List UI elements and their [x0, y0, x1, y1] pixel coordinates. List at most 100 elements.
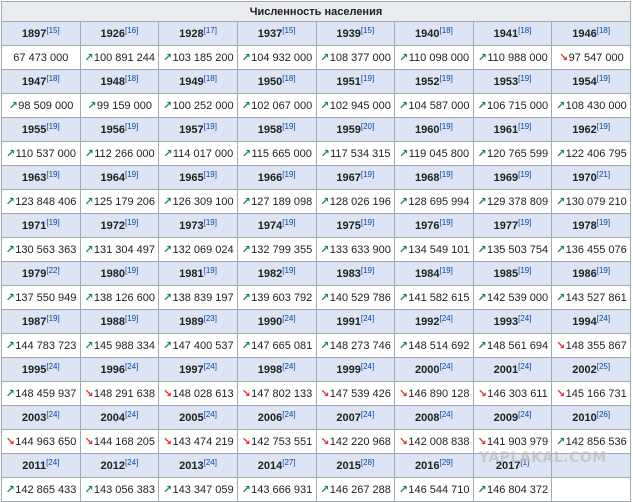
- reference-link[interactable]: [19]: [204, 122, 217, 131]
- reference-link[interactable]: [19]: [361, 266, 374, 275]
- reference-link[interactable]: [19]: [46, 314, 59, 323]
- reference-link[interactable]: [24]: [518, 362, 531, 371]
- reference-link[interactable]: [19]: [440, 266, 453, 275]
- reference-link[interactable]: [19]: [204, 170, 217, 179]
- trend-up-icon: ↗: [241, 243, 251, 256]
- reference-link[interactable]: [29]: [440, 458, 453, 467]
- reference-link[interactable]: [19]: [282, 122, 295, 131]
- reference-link[interactable]: [19]: [440, 218, 453, 227]
- reference-link[interactable]: [24]: [204, 362, 217, 371]
- reference-link[interactable]: [25]: [597, 362, 610, 371]
- reference-link[interactable]: [24]: [204, 458, 217, 467]
- reference-link[interactable]: [19]: [597, 218, 610, 227]
- reference-link[interactable]: [19]: [518, 170, 531, 179]
- reference-link[interactable]: [24]: [597, 314, 610, 323]
- year-label: 1946: [572, 27, 597, 40]
- reference-link[interactable]: [24]: [125, 410, 138, 419]
- reference-link[interactable]: [18]: [597, 26, 610, 35]
- reference-link[interactable]: [19]: [46, 122, 59, 131]
- reference-link[interactable]: [24]: [440, 410, 453, 419]
- reference-link[interactable]: [28]: [361, 458, 374, 467]
- population-value: 141 903 979: [486, 435, 549, 448]
- year-cell: 1980[19]: [79, 261, 160, 286]
- year-label: 1947: [21, 75, 47, 88]
- reference-link[interactable]: [18]: [518, 26, 531, 35]
- reference-link[interactable]: [16]: [125, 26, 138, 35]
- trend-up-icon: ↗: [162, 99, 173, 112]
- trend-up-icon: ↗: [398, 99, 408, 112]
- reference-link[interactable]: [24]: [361, 362, 374, 371]
- year-cell: 1998[24]: [236, 357, 317, 382]
- year-label: 1973: [179, 219, 204, 232]
- reference-link[interactable]: [26]: [597, 410, 610, 419]
- reference-link[interactable]: [24]: [518, 314, 531, 323]
- reference-link[interactable]: [15]: [361, 26, 374, 35]
- trend-down-icon: ↘: [241, 435, 251, 448]
- reference-link[interactable]: [19]: [125, 218, 138, 227]
- reference-link[interactable]: [19]: [518, 218, 531, 227]
- reference-link[interactable]: [19]: [282, 218, 295, 227]
- reference-link[interactable]: [19]: [440, 170, 453, 179]
- reference-link[interactable]: [19]: [282, 266, 295, 275]
- reference-link[interactable]: [24]: [440, 314, 453, 323]
- reference-link[interactable]: [24]: [125, 362, 138, 371]
- population-value: 134 549 101: [408, 243, 470, 256]
- year-label: 2014: [257, 459, 283, 472]
- year-label: 1964: [100, 171, 125, 184]
- reference-link[interactable]: [15]: [46, 26, 59, 35]
- reference-link[interactable]: [19]: [125, 170, 138, 179]
- population-cell: 67 473 000: [1, 45, 81, 70]
- reference-link[interactable]: [15]: [282, 26, 295, 35]
- reference-link[interactable]: [24]: [282, 314, 295, 323]
- reference-link[interactable]: [24]: [361, 314, 374, 323]
- reference-link[interactable]: [19]: [46, 170, 59, 179]
- reference-link[interactable]: [24]: [361, 410, 374, 419]
- reference-link[interactable]: [24]: [204, 410, 217, 419]
- reference-link[interactable]: [19]: [440, 122, 453, 131]
- reference-link[interactable]: [24]: [518, 410, 531, 419]
- reference-link[interactable]: [24]: [46, 410, 59, 419]
- reference-link[interactable]: [19]: [125, 122, 138, 131]
- reference-link[interactable]: [19]: [361, 74, 374, 83]
- reference-link[interactable]: [24]: [46, 362, 59, 371]
- reference-link[interactable]: [19]: [204, 266, 217, 275]
- reference-link[interactable]: [19]: [361, 218, 374, 227]
- reference-link[interactable]: [19]: [597, 122, 610, 131]
- reference-link[interactable]: [19]: [440, 74, 453, 83]
- reference-link[interactable]: [19]: [204, 218, 217, 227]
- year-label: 1972: [100, 219, 125, 232]
- reference-link[interactable]: [19]: [597, 74, 610, 83]
- trend-down-icon: ↘: [477, 435, 487, 448]
- population-value: 108 430 000: [565, 99, 627, 112]
- reference-link[interactable]: [19]: [518, 266, 531, 275]
- reference-link[interactable]: [21]: [597, 170, 610, 179]
- reference-link[interactable]: [27]: [282, 458, 295, 467]
- reference-link[interactable]: [19]: [125, 266, 138, 275]
- reference-link[interactable]: [24]: [46, 458, 59, 467]
- reference-link[interactable]: [20]: [361, 122, 374, 131]
- year-cell: 1992[24]: [394, 309, 474, 334]
- reference-link[interactable]: [19]: [125, 314, 138, 323]
- reference-link[interactable]: [18]: [282, 74, 295, 83]
- reference-link[interactable]: [18]: [440, 26, 453, 35]
- reference-link[interactable]: [22]: [46, 266, 59, 275]
- reference-link[interactable]: [19]: [282, 170, 295, 179]
- reference-link[interactable]: [24]: [125, 458, 138, 467]
- reference-link[interactable]: [19]: [597, 266, 610, 275]
- reference-link[interactable]: [24]: [440, 362, 453, 371]
- reference-link[interactable]: [17]: [204, 26, 217, 35]
- reference-link[interactable]: [23]: [204, 314, 217, 323]
- reference-link[interactable]: [24]: [282, 410, 295, 419]
- reference-link[interactable]: [19]: [361, 170, 374, 179]
- reference-link[interactable]: [18]: [204, 74, 217, 83]
- reference-link[interactable]: [18]: [125, 74, 138, 83]
- reference-link[interactable]: [19]: [46, 218, 59, 227]
- population-cell: ↗133 633 900: [315, 237, 396, 262]
- population-cell: ↗129 378 809: [472, 189, 553, 214]
- population-value: 140 529 786: [329, 291, 391, 304]
- reference-link[interactable]: [19]: [518, 74, 531, 83]
- reference-link[interactable]: [24]: [282, 362, 295, 371]
- reference-link[interactable]: [19]: [518, 122, 531, 131]
- reference-link[interactable]: [18]: [46, 74, 59, 83]
- population-value: 148 561 694: [486, 339, 549, 352]
